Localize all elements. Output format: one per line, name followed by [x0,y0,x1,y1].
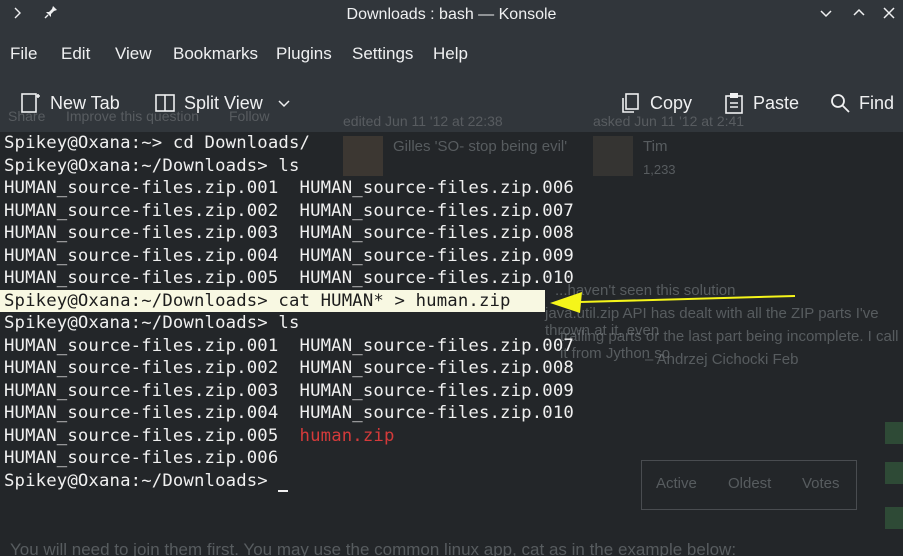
bg-green-marker-1 [885,422,903,444]
chevron-down-icon [277,96,291,110]
bg-editor-avatar [343,136,383,176]
bg-green-marker-2 [885,462,903,484]
terminal-line: Spikey@Oxana:~> cd Downloads/ [4,133,311,153]
bg-asker-avatar [593,136,633,176]
menu-file[interactable]: File [10,44,37,64]
bg-asker-rep: 1,233 [643,162,676,177]
terminal-line: HUMAN_source-files.zip.003 HUMAN_source-… [4,223,574,243]
copy-icon [620,92,642,114]
terminal-line: HUMAN_source-files.zip.006 [4,448,279,468]
maximize-icon[interactable] [848,4,870,26]
copy-button[interactable]: Copy [620,92,692,114]
bg-follow-link: Follow [229,108,270,124]
menu-plugins[interactable]: Plugins [276,44,332,64]
toolbar: New Tab Split View Copy Paste Find Share… [0,76,903,132]
menu-settings[interactable]: Settings [352,44,413,64]
terminal-line: HUMAN_source-files.zip.002 HUMAN_source-… [4,200,574,221]
bg-tab-oldest: Oldest [728,475,772,492]
bg-asker-name: Tim [643,138,668,155]
bg-tab-votes: Votes [802,475,840,492]
bg-tab-active: Active [656,475,697,492]
terminal-line: HUMAN_source-files.zip.004 HUMAN_source-… [4,245,574,266]
new-zip-file: human.zip [299,425,395,446]
menu-edit[interactable]: Edit [61,44,90,64]
find-button[interactable]: Find [829,92,894,114]
copy-label: Copy [650,92,693,113]
terminal-area[interactable]: Gilles 'SO- stop being evil' Tim 1,233 .… [0,132,903,556]
menu-bookmarks[interactable]: Bookmarks [173,44,258,64]
terminal-line: HUMAN_source-files.zip.003 HUMAN_source-… [4,380,574,401]
close-icon[interactable] [878,4,900,26]
terminal-line: Spikey@Oxana:~/Downloads> ls [4,313,300,333]
highlighted-command: Spikey@Oxana:~/Downloads> cat HUMAN* > h… [0,290,545,312]
bg-editor-name: Gilles 'SO- stop being evil' [393,138,568,155]
bg-asked-text: asked Jun 11 '12 at 2:41 [593,113,745,129]
find-label: Find [859,92,895,113]
terminal-line-cat-command: Spikey@Oxana:~/Downloads> cat HUMAN* > h… [4,291,511,311]
terminal-line: HUMAN_source-files.zip.001 HUMAN_source-… [4,335,574,356]
terminal-line: HUMAN_source-files.zip.001 HUMAN_source-… [4,178,574,198]
text-cursor [278,472,289,492]
bg-green-marker-3 [885,507,903,529]
window-title: Downloads : bash — Konsole [346,6,557,23]
terminal-line: Spikey@Oxana:~/Downloads> ls [4,155,300,176]
terminal-line: HUMAN_source-files.zip.004 HUMAN_source-… [4,403,574,423]
paste-icon [723,92,745,114]
menu-bar: File Edit View Bookmarks Plugins Setting… [0,30,903,76]
bg-share-link: Share [8,108,46,124]
bg-answer-text: You will need to join them first. You ma… [10,540,737,556]
terminal-line-text: HUMAN_source-files.zip.005 [4,425,300,446]
terminal-line: HUMAN_source-files.zip.005 HUMAN_source-… [4,268,574,288]
menu-view[interactable]: View [115,44,152,64]
arrow-annotation-icon [550,292,796,313]
terminal-prompt-line: Spikey@Oxana:~/Downloads> [4,470,289,492]
terminal-line: HUMAN_source-files.zip.005 human.zip [4,425,395,447]
terminal-line: HUMAN_source-files.zip.002 HUMAN_source-… [4,358,574,378]
bg-comment-line-4: – Andrzej Cichocki Feb [645,351,799,368]
minimize-icon[interactable] [815,4,837,26]
paste-button[interactable]: Paste [723,92,799,114]
bg-sort-tabs: Active Oldest Votes [641,460,857,510]
search-icon [829,92,851,114]
terminal-prompt: Spikey@Oxana:~/Downloads> [4,470,279,491]
paste-label: Paste [753,92,800,113]
bg-edited-text: edited Jun 11 '12 at 22:38 [343,113,503,129]
bg-improve-link: Improve this question [66,108,200,124]
title-bar: Downloads : bash — Konsole [0,0,903,30]
menu-help[interactable]: Help [433,44,468,64]
